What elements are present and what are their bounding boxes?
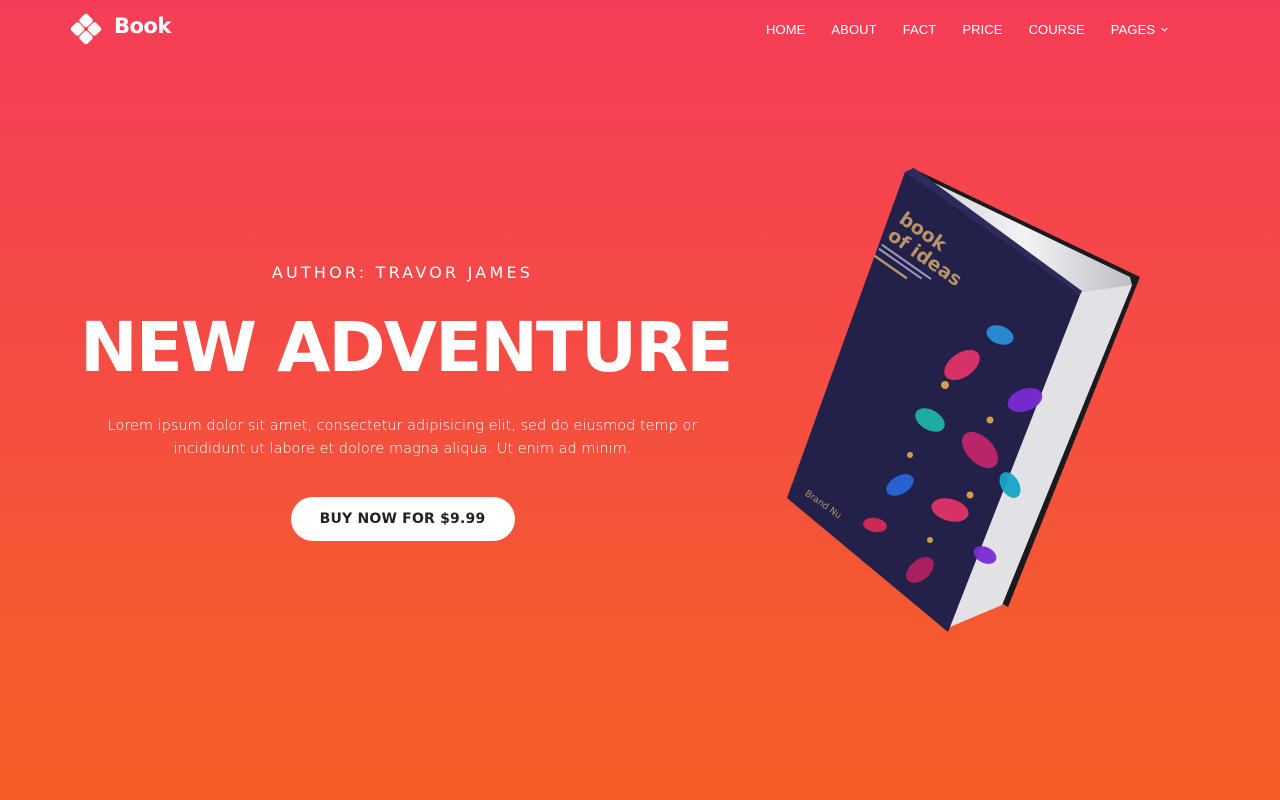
nav-course-label: COURSE — [1028, 21, 1085, 37]
chevron-down-icon — [1161, 27, 1168, 32]
nav-home[interactable]: HOME — [753, 22, 818, 37]
nav-price-label: PRICE — [962, 21, 1003, 37]
main-nav: HOME ABOUT FACT PRICE COURSE PAGES — [753, 0, 1182, 58]
nav-pages-label: PAGES — [1110, 21, 1156, 37]
brand-link[interactable]: Book — [70, 13, 171, 45]
nav-pages-dropdown[interactable]: PAGES — [1098, 22, 1182, 37]
diamond-cluster-icon — [70, 13, 102, 45]
nav-fact[interactable]: FACT — [890, 22, 950, 37]
brand-name: Book — [114, 14, 171, 38]
book-image: book of ideas Brand Nu — [780, 165, 1150, 640]
author-line: AUTHOR: TRAVOR JAMES — [271, 263, 534, 282]
nav-price[interactable]: PRICE — [949, 22, 1015, 37]
site-header: Book HOME ABOUT FACT PRICE COURSE PAGES — [0, 0, 1280, 58]
book-illustration: book of ideas Brand Nu — [787, 168, 1140, 632]
nav-about-label: ABOUT — [831, 21, 877, 37]
nav-about[interactable]: ABOUT — [818, 22, 889, 37]
nav-course[interactable]: COURSE — [1016, 22, 1098, 37]
nav-fact-label: FACT — [902, 21, 937, 37]
hero-title: NEW ADVENTURE — [80, 308, 733, 388]
hero-description: Lorem ipsum dolor sit amet, consectetur … — [107, 418, 698, 457]
nav-home-label: HOME — [766, 21, 806, 37]
buy-now-button[interactable]: BUY NOW FOR $9.99 — [290, 497, 515, 541]
hero-content: AUTHOR: TRAVOR JAMES NEW ADVENTURE Lorem… — [80, 255, 733, 541]
